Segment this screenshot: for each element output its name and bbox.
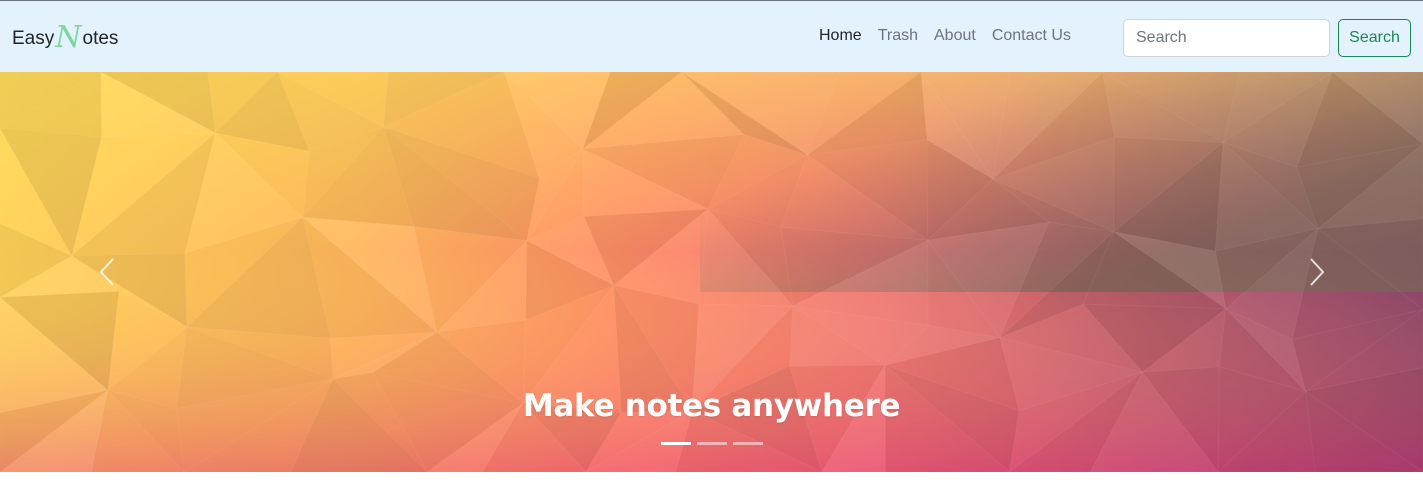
- nav-link-trash[interactable]: Trash: [878, 27, 918, 45]
- search-input[interactable]: [1123, 19, 1330, 57]
- brand-logo[interactable]: Easy Notes: [12, 23, 118, 53]
- nav-link-home[interactable]: Home: [819, 27, 862, 45]
- carousel-caption: Make notes anywhere: [522, 388, 901, 424]
- nav-link-about[interactable]: About: [934, 27, 976, 45]
- brand-letter: N: [55, 20, 82, 55]
- chevron-left-icon: [99, 258, 114, 286]
- carousel-indicator-2[interactable]: [697, 442, 727, 445]
- brand-suffix: otes: [82, 28, 119, 49]
- hero-carousel: Make notes anywhere: [0, 72, 1423, 472]
- chevron-right-icon: [1309, 258, 1324, 286]
- carousel-indicator-3[interactable]: [733, 442, 763, 445]
- carousel-indicator-1[interactable]: [661, 442, 691, 445]
- search-button[interactable]: Search: [1338, 19, 1411, 57]
- carousel-indicators: [661, 442, 763, 445]
- nav-link-contact[interactable]: Contact Us: [992, 27, 1071, 45]
- navbar: Easy Notes Home Trash About Contact Us Se…: [0, 0, 1423, 72]
- brand-prefix: Easy: [12, 28, 55, 49]
- nav-links: Home Trash About Contact Us: [819, 27, 1087, 45]
